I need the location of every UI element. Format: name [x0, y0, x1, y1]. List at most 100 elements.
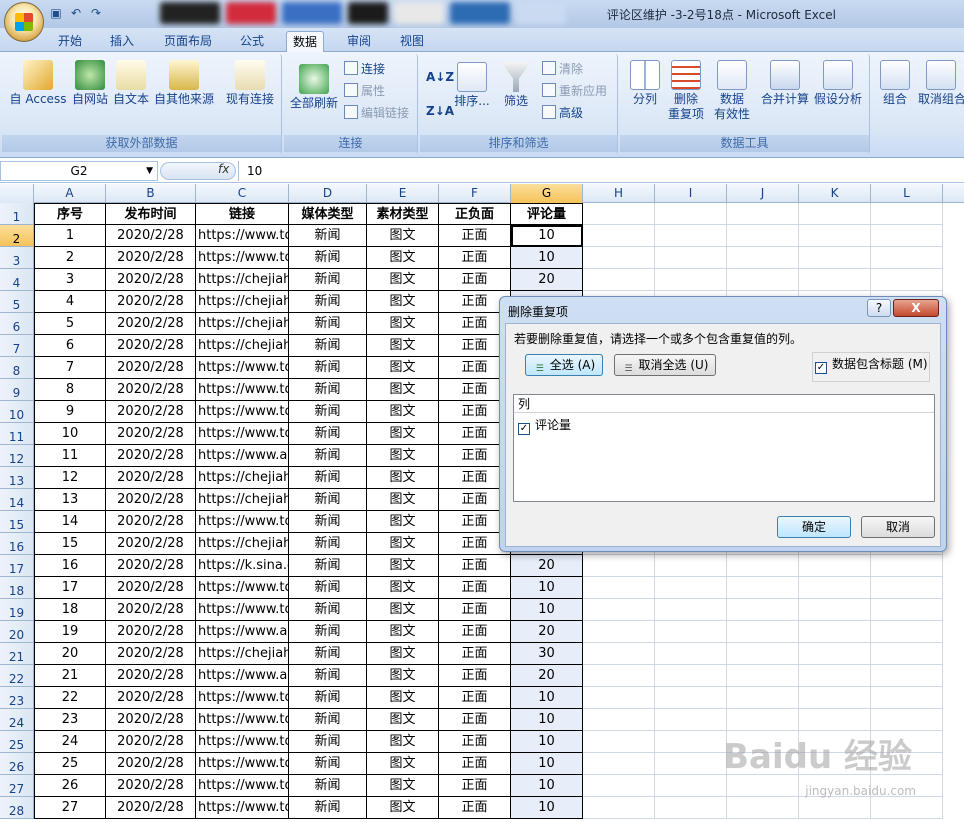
- table-cell[interactable]: https://chejiah: [196, 533, 289, 555]
- row-header[interactable]: 18: [0, 577, 34, 599]
- remove-duplicates-button[interactable]: 删除 重复项: [666, 60, 706, 122]
- table-cell[interactable]: 正面: [439, 665, 511, 687]
- empty-cell[interactable]: [799, 797, 871, 819]
- table-cell[interactable]: 20: [511, 665, 583, 687]
- tab-home[interactable]: 开始: [52, 31, 88, 53]
- table-cell[interactable]: 图文: [367, 753, 439, 775]
- table-cell[interactable]: https://www.to: [196, 709, 289, 731]
- empty-cell[interactable]: [583, 225, 655, 247]
- empty-cell[interactable]: [727, 577, 799, 599]
- empty-cell[interactable]: [799, 621, 871, 643]
- empty-cell[interactable]: [871, 621, 943, 643]
- table-cell[interactable]: 10: [511, 225, 583, 247]
- row-header[interactable]: 10: [0, 401, 34, 423]
- empty-cell[interactable]: [727, 225, 799, 247]
- edit-links-button[interactable]: 编辑链接: [344, 104, 409, 122]
- sort-button[interactable]: 排序...: [452, 62, 492, 109]
- table-cell[interactable]: 图文: [367, 445, 439, 467]
- table-cell[interactable]: 图文: [367, 313, 439, 335]
- table-cell[interactable]: 25: [34, 753, 106, 775]
- column-header-c[interactable]: C: [196, 184, 289, 203]
- row-header[interactable]: 2: [0, 225, 34, 247]
- tab-insert[interactable]: 插入: [104, 31, 140, 53]
- table-cell[interactable]: 20: [34, 643, 106, 665]
- table-cell[interactable]: 10: [511, 599, 583, 621]
- table-cell[interactable]: 新闻: [289, 687, 367, 709]
- empty-cell[interactable]: [583, 269, 655, 291]
- table-cell[interactable]: 2020/2/28: [106, 555, 196, 577]
- refresh-all-button[interactable]: 全部刷新: [286, 64, 342, 111]
- has-headers-option[interactable]: ✓ 数据包含标题 (M): [812, 352, 930, 382]
- table-cell[interactable]: https://k.sina.c: [196, 555, 289, 577]
- column-header-h[interactable]: H: [583, 184, 655, 203]
- empty-cell[interactable]: [871, 687, 943, 709]
- empty-cell[interactable]: [655, 797, 727, 819]
- empty-cell[interactable]: [799, 225, 871, 247]
- table-cell[interactable]: 新闻: [289, 577, 367, 599]
- redo-icon[interactable]: ↷: [88, 5, 104, 21]
- select-all-corner[interactable]: [0, 184, 34, 203]
- table-cell[interactable]: 2020/2/28: [106, 423, 196, 445]
- table-cell[interactable]: 正面: [439, 247, 511, 269]
- table-cell[interactable]: 新闻: [289, 731, 367, 753]
- empty-cell[interactable]: [871, 247, 943, 269]
- table-cell[interactable]: 6: [34, 335, 106, 357]
- clear-button[interactable]: 清除: [542, 60, 583, 78]
- table-cell[interactable]: 1: [34, 225, 106, 247]
- empty-cell[interactable]: [583, 687, 655, 709]
- empty-cell[interactable]: [799, 643, 871, 665]
- empty-cell[interactable]: [799, 203, 871, 225]
- empty-cell[interactable]: [799, 247, 871, 269]
- table-cell[interactable]: 图文: [367, 489, 439, 511]
- table-cell[interactable]: https://chejiah: [196, 269, 289, 291]
- ok-button[interactable]: 确定: [777, 516, 851, 538]
- table-cell[interactable]: 图文: [367, 775, 439, 797]
- table-cell[interactable]: 21: [34, 665, 106, 687]
- table-cell[interactable]: 10: [511, 687, 583, 709]
- table-cell[interactable]: 新闻: [289, 511, 367, 533]
- empty-cell[interactable]: [727, 555, 799, 577]
- table-cell[interactable]: 10: [511, 709, 583, 731]
- table-cell[interactable]: 23: [34, 709, 106, 731]
- table-cell[interactable]: https://chejiah: [196, 291, 289, 313]
- empty-cell[interactable]: [727, 203, 799, 225]
- table-cell[interactable]: https://www.to: [196, 753, 289, 775]
- column-title-cell[interactable]: 媒体类型: [289, 203, 367, 225]
- column-title-cell[interactable]: 评论量: [511, 203, 583, 225]
- table-cell[interactable]: https://chejiah: [196, 643, 289, 665]
- row-header[interactable]: 1: [0, 203, 34, 225]
- table-cell[interactable]: 2020/2/28: [106, 643, 196, 665]
- table-cell[interactable]: 图文: [367, 401, 439, 423]
- tab-page-layout[interactable]: 页面布局: [158, 31, 218, 53]
- table-cell[interactable]: 7: [34, 357, 106, 379]
- row-header[interactable]: 24: [0, 709, 34, 731]
- row-header[interactable]: 14: [0, 489, 34, 511]
- empty-cell[interactable]: [871, 643, 943, 665]
- table-cell[interactable]: 新闻: [289, 467, 367, 489]
- from-access-button[interactable]: 自 Access: [6, 60, 70, 107]
- table-cell[interactable]: 图文: [367, 467, 439, 489]
- table-cell[interactable]: 10: [34, 423, 106, 445]
- reapply-button[interactable]: 重新应用: [542, 82, 607, 100]
- row-header[interactable]: 27: [0, 775, 34, 797]
- table-cell[interactable]: 2020/2/28: [106, 445, 196, 467]
- empty-cell[interactable]: [871, 797, 943, 819]
- row-header[interactable]: 17: [0, 555, 34, 577]
- group-button[interactable]: 组合: [878, 60, 912, 107]
- table-cell[interactable]: 正面: [439, 775, 511, 797]
- table-cell[interactable]: 20: [511, 555, 583, 577]
- row-header[interactable]: 6: [0, 313, 34, 335]
- table-cell[interactable]: 2020/2/28: [106, 533, 196, 555]
- table-cell[interactable]: https://www.au: [196, 665, 289, 687]
- table-cell[interactable]: 2020/2/28: [106, 577, 196, 599]
- empty-cell[interactable]: [727, 709, 799, 731]
- table-cell[interactable]: 新闻: [289, 401, 367, 423]
- table-cell[interactable]: 2020/2/28: [106, 709, 196, 731]
- row-header[interactable]: 25: [0, 731, 34, 753]
- connections-button[interactable]: 连接: [344, 60, 385, 78]
- undo-icon[interactable]: ↶: [68, 5, 84, 21]
- empty-cell[interactable]: [583, 665, 655, 687]
- column-header-l[interactable]: L: [871, 184, 943, 203]
- table-cell[interactable]: 图文: [367, 533, 439, 555]
- table-cell[interactable]: 12: [34, 467, 106, 489]
